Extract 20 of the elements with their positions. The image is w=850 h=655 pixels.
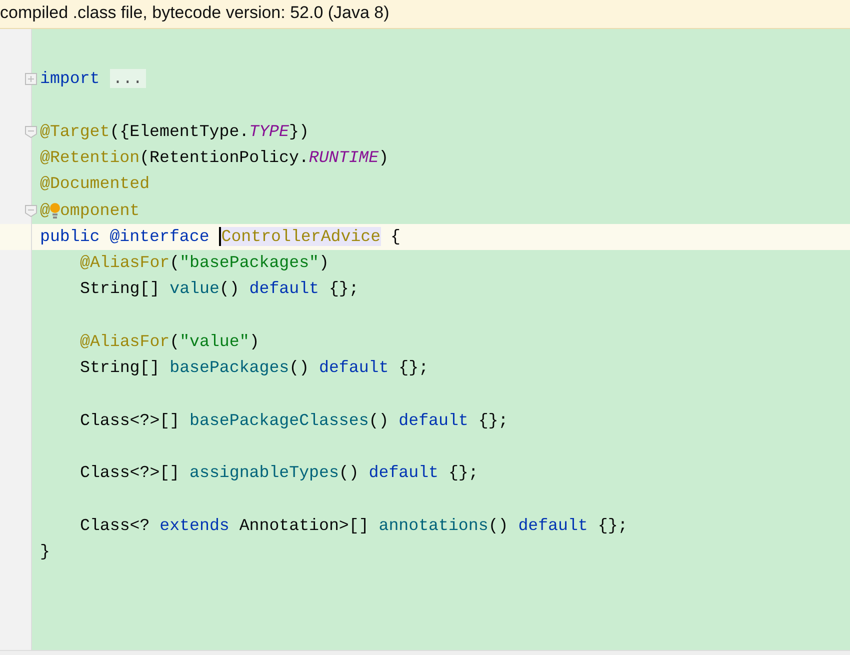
- code-line: @Documented: [40, 173, 150, 196]
- collapse-icon[interactable]: [25, 204, 37, 216]
- code-line: String[] value() default {};: [80, 278, 359, 300]
- code-line: omponent: [60, 200, 140, 222]
- code-line: Class<?>[] assignableTypes() default {};: [80, 462, 478, 484]
- code-line: @: [40, 200, 50, 222]
- code-line: String[] basePackages() default {};: [80, 357, 429, 380]
- code-line: Class<?>[] basePackageClasses() default {};: [80, 410, 508, 432]
- code-line: Class<? extends Annotation>[] annotations() default {};: [80, 514, 628, 537]
- code-line: }: [40, 540, 50, 563]
- code-line: @Target({ElementType.TYPE}): [40, 120, 309, 143]
- expand-icon[interactable]: [25, 73, 37, 86]
- lightbulb-icon[interactable]: [50, 200, 60, 221]
- code-line: import ...: [40, 68, 146, 90]
- banner-text: compiled .class file, bytecode version: 52.0 (Java 8): [0, 3, 390, 22]
- code-line: public @interface ControllerAdvice {: [40, 226, 400, 248]
- code-line: @AliasFor("basePackages"): [80, 252, 329, 274]
- code-line: @Retention(RetentionPolicy.RUNTIME): [40, 147, 389, 170]
- collapse-icon[interactable]: [25, 126, 37, 138]
- code-line: @AliasFor("value"): [80, 330, 260, 353]
